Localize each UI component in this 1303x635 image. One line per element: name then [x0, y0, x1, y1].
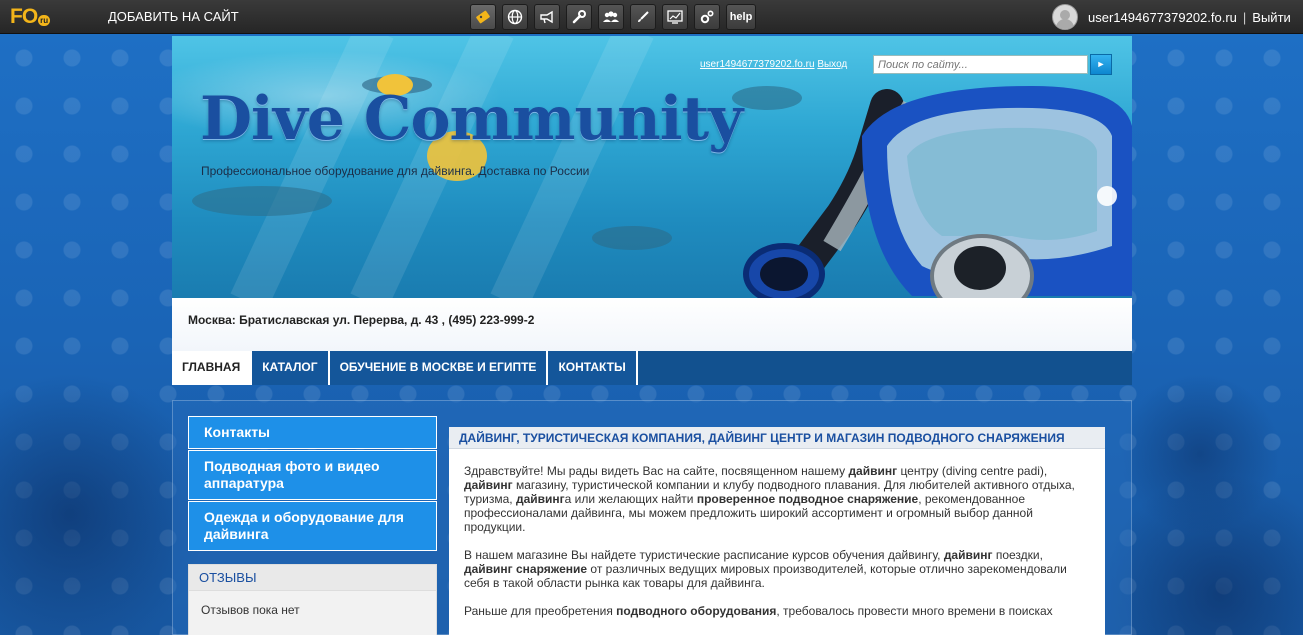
main-body: Здравствуйте! Мы рады видеть Вас на сайт… — [464, 464, 1090, 632]
search-button[interactable]: ► — [1090, 54, 1112, 75]
bold-text: дайвинг — [464, 478, 513, 492]
sidebar-menu: Контакты Подводная фото и видео аппарату… — [188, 416, 437, 552]
fish-image — [192, 186, 332, 216]
coupon-icon — [476, 10, 490, 24]
avatar-body-icon — [1056, 19, 1074, 29]
search-input[interactable] — [873, 55, 1088, 74]
bold-text: дайвинг — [943, 548, 993, 562]
sidebar-item-clothing[interactable]: Одежда и оборудование для дайвинга — [188, 501, 437, 551]
coupon-button[interactable] — [470, 4, 496, 30]
help-button[interactable]: help — [726, 4, 756, 30]
chart-icon — [667, 10, 683, 24]
reviews-block: ОТЗЫВЫ Отзывов пока нет — [188, 564, 437, 635]
text: центру (diving centre padi), — [897, 464, 1048, 478]
text: Здравствуйте! Мы рады видеть Вас на сайт… — [464, 464, 849, 478]
paragraph-history: Раньше для преобретения подводного обору… — [464, 604, 1090, 618]
tool-buttons: help — [470, 4, 756, 30]
bold-text: проверенное подводное снаряжение — [696, 492, 919, 506]
text: В нашем магазине Вы найдете туристически… — [464, 548, 944, 562]
fo-logo[interactable]: FO ru — [10, 6, 54, 28]
main-title: ДАЙВИНГ, ТУРИСТИЧЕСКАЯ КОМПАНИЯ, ДАЙВИНГ… — [449, 427, 1105, 449]
avatar[interactable] — [1052, 4, 1078, 30]
diving-mask-image — [743, 86, 1132, 298]
main-nav: ГЛАВНАЯ КАТАЛОГ ОБУЧЕНИЕ В МОСКВЕ И ЕГИП… — [172, 351, 1132, 385]
bold-text: дайвинг снаряжение — [464, 562, 588, 576]
bold-text: дайвинг — [848, 464, 898, 478]
users-button[interactable] — [598, 4, 624, 30]
brush-button[interactable] — [630, 4, 656, 30]
chart-button[interactable] — [662, 4, 688, 30]
paragraph-intro: Здравствуйте! Мы рады видеть Вас на сайт… — [464, 464, 1090, 534]
fish-image — [592, 226, 672, 250]
text: Раньше для преобретения — [464, 604, 617, 618]
paragraph-shop: В нашем магазине Вы найдете туристически… — [464, 548, 1090, 590]
nav-item-training[interactable]: ОБУЧЕНИЕ В МОСКВЕ И ЕГИПТЕ — [329, 351, 549, 385]
megaphone-icon — [540, 10, 553, 24]
content-area: Контакты Подводная фото и видео аппарату… — [172, 400, 1132, 635]
user-name[interactable]: user1494677379202.fo.ru — [1088, 10, 1237, 25]
header-exit-link[interactable]: Выход — [817, 59, 847, 70]
bold-text: дайвинг — [515, 492, 565, 506]
text: поездки, — [992, 548, 1043, 562]
header-user-link[interactable]: user1494677379202.fo.ru — [700, 59, 815, 70]
sidebar-item-contacts[interactable]: Контакты — [188, 416, 437, 449]
users-icon — [603, 11, 619, 22]
site-header-banner: Dive Community Профессиональное оборудов… — [172, 36, 1132, 298]
globe-button[interactable] — [502, 4, 528, 30]
top-toolbar: FO ru ДОБАВИТЬ НА САЙТ help user14946773… — [0, 0, 1303, 34]
user-separator: | — [1242, 9, 1247, 25]
arrow-right-icon: ► — [1096, 59, 1106, 69]
user-area: user1494677379202.fo.ru | Выйти — [1052, 3, 1291, 31]
gears-icon — [700, 10, 714, 24]
wrench-icon — [572, 10, 586, 24]
header-user-links: user1494677379202.fo.ru Выход — [700, 59, 847, 70]
brush-icon — [638, 11, 649, 22]
add-site-link[interactable]: ДОБАВИТЬ НА САЙТ — [108, 9, 239, 24]
site-title[interactable]: Dive Community — [200, 84, 743, 154]
fo-logo-text: FO — [10, 5, 38, 28]
nav-item-home[interactable]: ГЛАВНАЯ — [172, 351, 253, 385]
address-text: Москва: Братиславская ул. Перерва, д. 43… — [188, 313, 535, 327]
address-strip: Москва: Братиславская ул. Перерва, д. 43… — [172, 298, 1132, 351]
nav-item-catalog[interactable]: КАТАЛОГ — [252, 351, 330, 385]
megaphone-button[interactable] — [534, 4, 560, 30]
nav-item-contacts[interactable]: КОНТАКТЫ — [548, 351, 638, 385]
reviews-title: ОТЗЫВЫ — [189, 565, 436, 591]
bold-text: подводного оборудования — [616, 604, 777, 618]
globe-icon — [507, 9, 523, 25]
wrench-button[interactable] — [566, 4, 592, 30]
avatar-head-icon — [1060, 10, 1070, 20]
text: , требовалось провести много времени в п… — [776, 604, 1053, 618]
fo-logo-ru: ru — [38, 15, 51, 26]
text: а или желающих найти — [564, 492, 697, 506]
main-column: ДАЙВИНГ, ТУРИСТИЧЕСКАЯ КОМПАНИЯ, ДАЙВИНГ… — [449, 427, 1105, 635]
sidebar-item-photo-video[interactable]: Подводная фото и видео аппаратура — [188, 450, 437, 500]
settings-button[interactable] — [694, 4, 720, 30]
reviews-text: Отзывов пока нет — [201, 603, 300, 617]
site-tagline: Профессиональное оборудование для дайвин… — [201, 164, 590, 178]
logout-link[interactable]: Выйти — [1252, 10, 1291, 25]
